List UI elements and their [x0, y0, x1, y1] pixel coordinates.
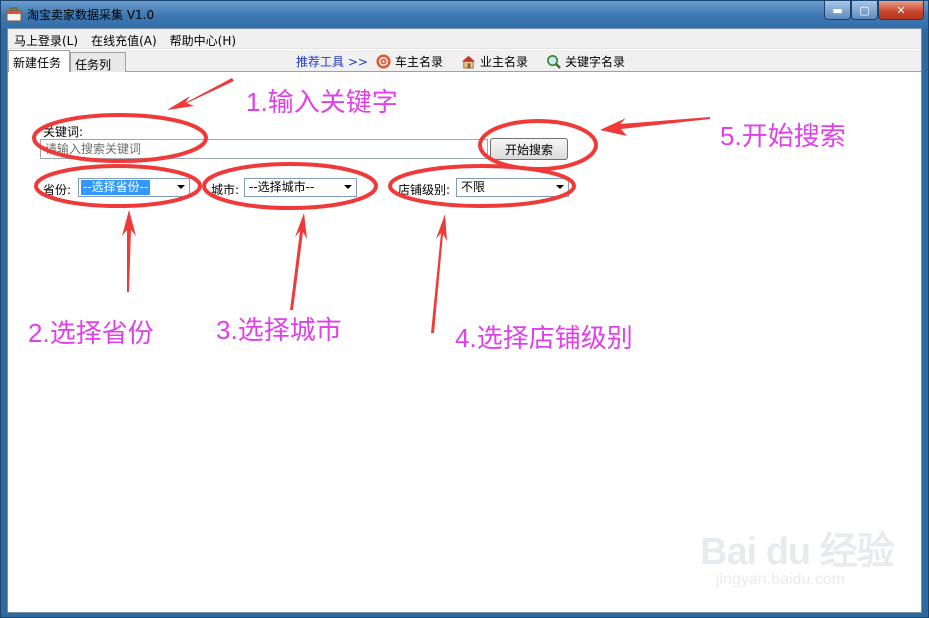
app-icon [6, 7, 22, 22]
title-bar[interactable]: 淘宝卖家数据采集 V1.0 ▬ ▢ ✕ [1, 1, 928, 28]
keyword-input[interactable] [40, 139, 488, 159]
city-value: --选择城市-- [249, 180, 315, 194]
window-title: 淘宝卖家数据采集 V1.0 [27, 8, 155, 22]
tab-new-task[interactable]: 新建任务 [8, 50, 70, 72]
tab-task-list[interactable]: 任务列表 [70, 52, 126, 89]
shop-level-label: 店铺级别: [398, 183, 451, 197]
annotation-step-4: 4.选择店铺级别 [455, 323, 633, 354]
shop-level-select[interactable]: 不限 [456, 178, 569, 197]
chevron-down-icon [556, 185, 564, 189]
house-icon [461, 55, 476, 69]
annotation-step-3: 3.选择城市 [216, 315, 342, 346]
chevron-down-icon [177, 185, 185, 189]
chevron-down-icon [344, 185, 352, 189]
menu-help[interactable]: 帮助中心(H) [164, 29, 243, 48]
tool-label: 车主名录 [394, 55, 443, 69]
city-label: 城市: [211, 183, 240, 197]
magnifier-icon [547, 55, 561, 69]
shop-level-value: 不限 [461, 180, 486, 194]
tool-car-directory[interactable]: 车主名录 [376, 53, 443, 70]
annotation-step-1: 1.输入关键字 [246, 87, 398, 118]
city-select[interactable]: --选择城市-- [244, 178, 357, 197]
tool-owner-directory[interactable]: 业主名录 [461, 53, 528, 70]
annotation-step-2: 2.选择省份 [28, 318, 154, 349]
tool-keyword-directory[interactable]: 关键字名录 [546, 53, 625, 70]
maximize-button[interactable]: ▢ [851, 1, 878, 20]
tool-label: 业主名录 [479, 55, 528, 69]
annotation-step-5: 5.开始搜索 [720, 121, 846, 152]
car-icon [376, 54, 391, 69]
province-select[interactable]: --选择省份-- [78, 178, 190, 197]
window-controls: ▬ ▢ ✕ [824, 1, 924, 21]
watermark-logo: Bai du 经验 [700, 531, 895, 573]
menu-login[interactable]: 马上登录(L) [8, 29, 85, 48]
close-button[interactable]: ✕ [878, 1, 924, 20]
recommend-label: 推荐工具 >> [296, 55, 368, 69]
baidu-watermark: Bai du 经验 jingyan.baidu.com [700, 520, 895, 589]
menu-bar: 马上登录(L) 在线充值(A) 帮助中心(H) [8, 29, 921, 49]
start-search-button[interactable]: 开始搜索 [490, 138, 568, 160]
recommend-toolbar: 推荐工具 >> 车主名录 业主名录 关键字名录 [296, 53, 643, 70]
province-value: --选择省份-- [81, 180, 151, 195]
keyword-label: 关键词: [43, 125, 84, 139]
tool-label: 关键字名录 [564, 55, 625, 69]
minimize-button[interactable]: ▬ [824, 1, 851, 20]
menu-recharge[interactable]: 在线充值(A) [85, 29, 164, 48]
province-label: 省份: [43, 183, 72, 197]
